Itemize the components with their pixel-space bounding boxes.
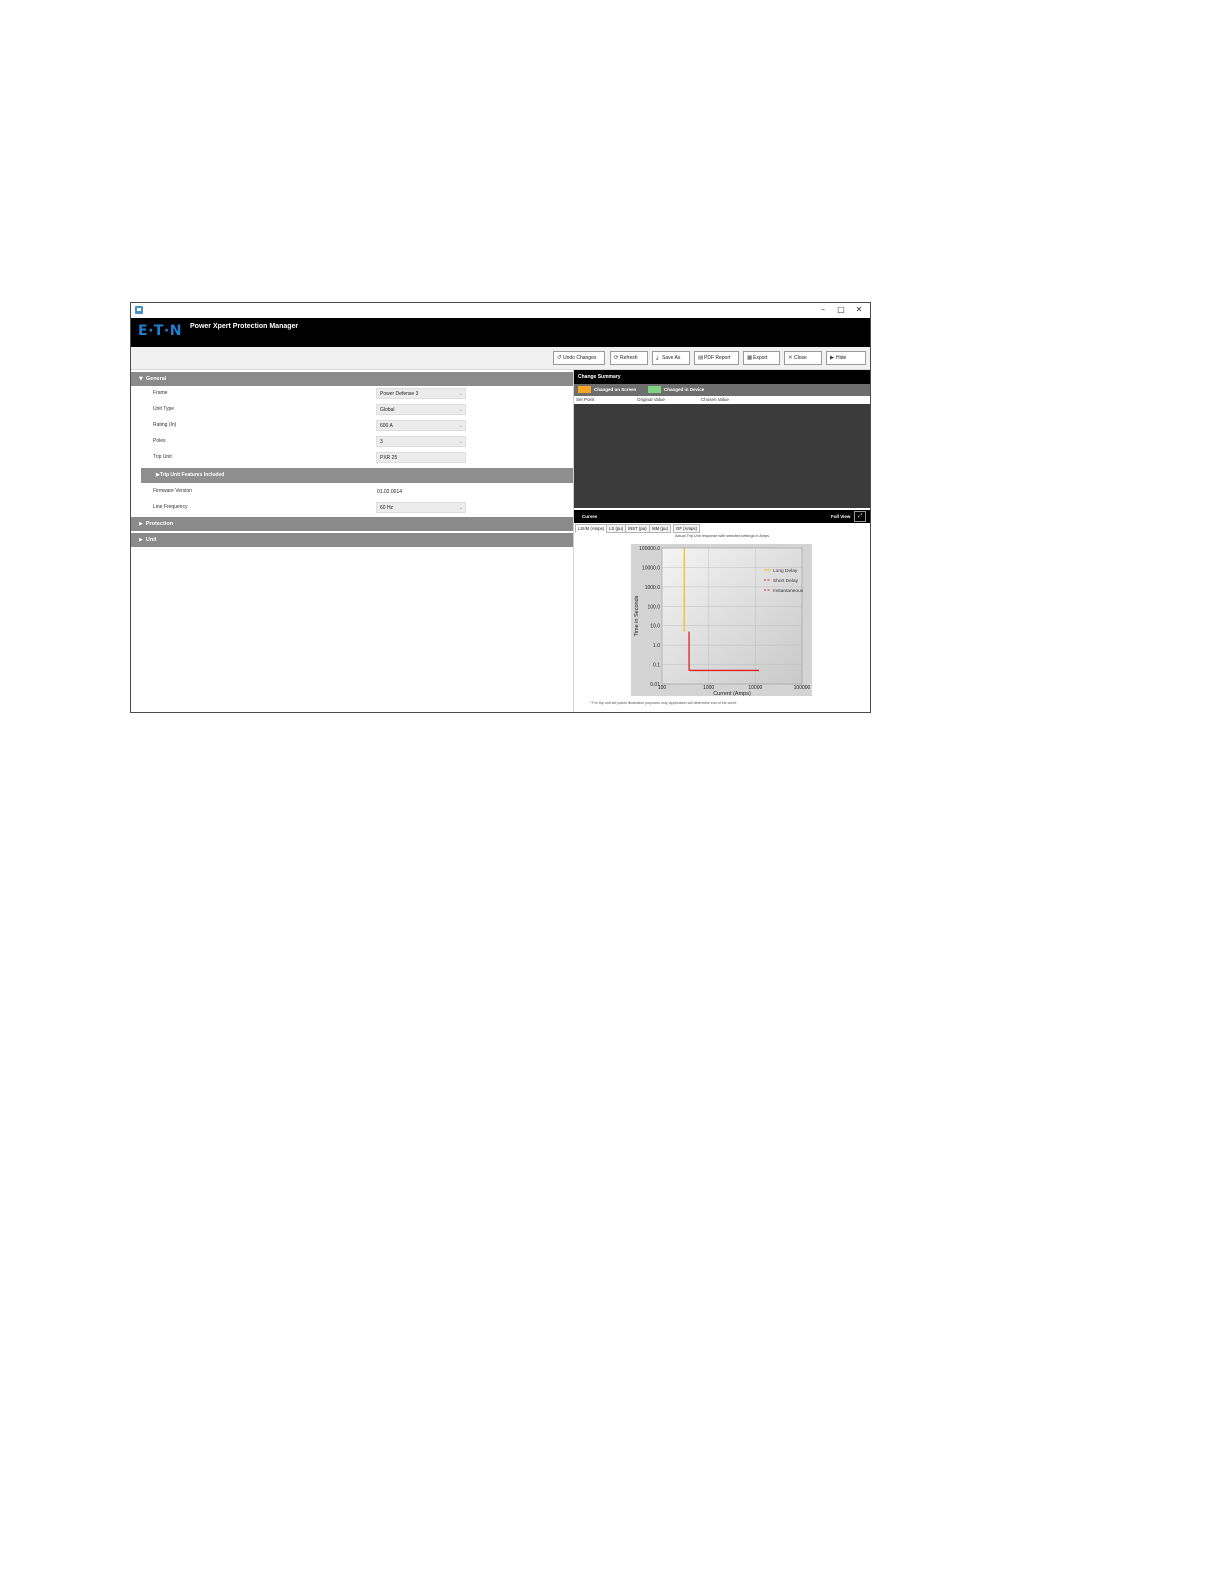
settings-pane: ▼ General Frame Power Defense 3 ⌄ Unit Typ… [131, 370, 573, 712]
change-summary-grid [574, 404, 870, 508]
frame-select[interactable]: Power Defense 3 ⌄ [376, 388, 466, 399]
x-tick-label: 100000 [794, 685, 811, 691]
firmware-version-value: 01.02.0014 [377, 489, 403, 495]
refresh-button[interactable]: ⟳Refresh [610, 351, 648, 365]
chart-footnote: * For trip unit set points illustration … [590, 701, 738, 705]
tab-ls-pu[interactable]: LS (pu) [606, 524, 627, 533]
tab-gf-amps[interactable]: GF (Amps) [673, 524, 701, 533]
dropdown-arrow-icon: ⌄ [458, 505, 463, 511]
section-unit-header[interactable]: ▶ Unit [131, 533, 573, 547]
section-protection-header[interactable]: ▶ Protection [131, 517, 573, 531]
col-set-point[interactable]: Set Point [576, 396, 594, 404]
unit-type-select[interactable]: Global ⌄ [376, 404, 466, 415]
chevron-right-icon: ▶ [139, 521, 143, 527]
export-button[interactable]: ▦Export [743, 351, 780, 365]
app-window: – □ ✕ E·T·N Power Xpert Protection Manag… [130, 302, 871, 713]
poles-label: Poles [153, 438, 166, 444]
dropdown-arrow-icon: ⌄ [458, 439, 463, 445]
app-title: Power Xpert Protection Manager [190, 323, 299, 330]
y-tick-label: 100.0 [647, 604, 660, 610]
y-tick-label: 100000.0 [639, 546, 660, 552]
legend-label: Instantaneous [773, 588, 804, 594]
trip-curve-chart: 100 1000 10000 100000100000.010000.01000.01… [631, 544, 812, 697]
changed-on-screen-label: Changed on Screen [594, 387, 637, 392]
pdf-report-button[interactable]: ▤PDF Report [694, 351, 739, 365]
change-summary-columns: Set Point Original Value Chosen Value [574, 396, 870, 404]
rating-label: Rating (In) [153, 422, 177, 428]
legend-label: Long Delay [773, 568, 798, 574]
toolbar: ↺Undo Changes ⟳Refresh ⤓ Save As ▤PDF Rep… [131, 347, 870, 370]
y-tick-label: 0.01 [650, 682, 660, 688]
y-axis-title: Time in Seconds [634, 595, 640, 636]
x-axis-title: Current (Amps) [713, 691, 751, 697]
close-button[interactable]: ✕Close [784, 351, 822, 365]
y-tick-label: 10.0 [650, 624, 660, 630]
minimize-button[interactable]: – [816, 304, 830, 316]
chevron-down-icon: ▼ [139, 376, 143, 382]
right-pane: Change Summary Changed on Screen Changed… [574, 370, 870, 712]
unit-type-label: Unit Type [153, 406, 175, 412]
close-window-button[interactable]: ✕ [852, 304, 866, 316]
dropdown-arrow-icon: ⌄ [458, 423, 463, 429]
col-chosen-value[interactable]: Chosen Value [701, 396, 729, 404]
change-legend: Changed on Screen Changed in Device [574, 384, 870, 396]
dropdown-arrow-icon: ⌄ [458, 407, 463, 413]
y-tick-label: 1.0 [653, 643, 660, 649]
maximize-button[interactable]: □ [834, 304, 848, 316]
y-tick-label: 0.1 [653, 663, 660, 669]
title-bar: – □ ✕ [131, 303, 870, 318]
chart-caption: Actual Trip Unit response with selected … [674, 534, 770, 538]
save-as-button[interactable]: ⤓ Save As [652, 351, 690, 365]
tab-lsim-amps[interactable]: LSI/M (Amps) [575, 524, 608, 533]
full-view-label[interactable]: Full View [831, 510, 850, 523]
expand-icon[interactable]: ⤢ [854, 511, 866, 522]
curves-title: Curves [582, 514, 598, 519]
trip-unit-label: Trip Unit [153, 454, 172, 460]
hide-button[interactable]: ▶ Hide [826, 351, 866, 365]
col-original-value[interactable]: Original Value [637, 396, 665, 404]
eaton-logo: E·T·N [138, 323, 182, 339]
legend-label: Short Delay [773, 578, 799, 584]
dropdown-arrow-icon: ⌄ [458, 391, 463, 397]
y-tick-label: 10000.0 [642, 565, 660, 571]
change-summary-title: Change Summary [574, 370, 870, 384]
changed-in-device-swatch [648, 386, 661, 393]
rating-select[interactable]: 600 A ⌄ [376, 420, 466, 431]
changed-in-device-label: Changed in Device [664, 387, 705, 392]
line-frequency-label: Line Frequency [153, 504, 188, 510]
curves-header: Curves Full View ⤢ [574, 510, 870, 523]
frame-label: Frame [153, 390, 168, 396]
undo-changes-button[interactable]: ↺Undo Changes [553, 351, 605, 365]
trip-unit-features-header[interactable]: ▶Trip Unit Features Included [141, 468, 573, 483]
trip-unit-field[interactable]: PXR 25 [376, 452, 466, 463]
app-icon [135, 306, 143, 314]
tab-inst-pu[interactable]: INST (pu) [625, 524, 650, 533]
app-header: E·T·N Power Xpert Protection Manager [131, 318, 870, 347]
firmware-version-label: Firmware Version [153, 488, 192, 494]
tab-mm-pu[interactable]: MM (pu) [649, 524, 671, 533]
changed-on-screen-swatch [578, 386, 591, 393]
section-general-header[interactable]: ▼ General [131, 372, 573, 386]
chevron-right-icon: ▶ [139, 537, 143, 543]
curve-tabs: LSI/M (Amps) LS (pu) INST (pu) MM (pu) G… [574, 523, 870, 533]
poles-select[interactable]: 3 ⌄ [376, 436, 466, 447]
line-frequency-select[interactable]: 60 Hz ⌄ [376, 502, 466, 513]
y-tick-label: 1000.0 [645, 585, 661, 591]
